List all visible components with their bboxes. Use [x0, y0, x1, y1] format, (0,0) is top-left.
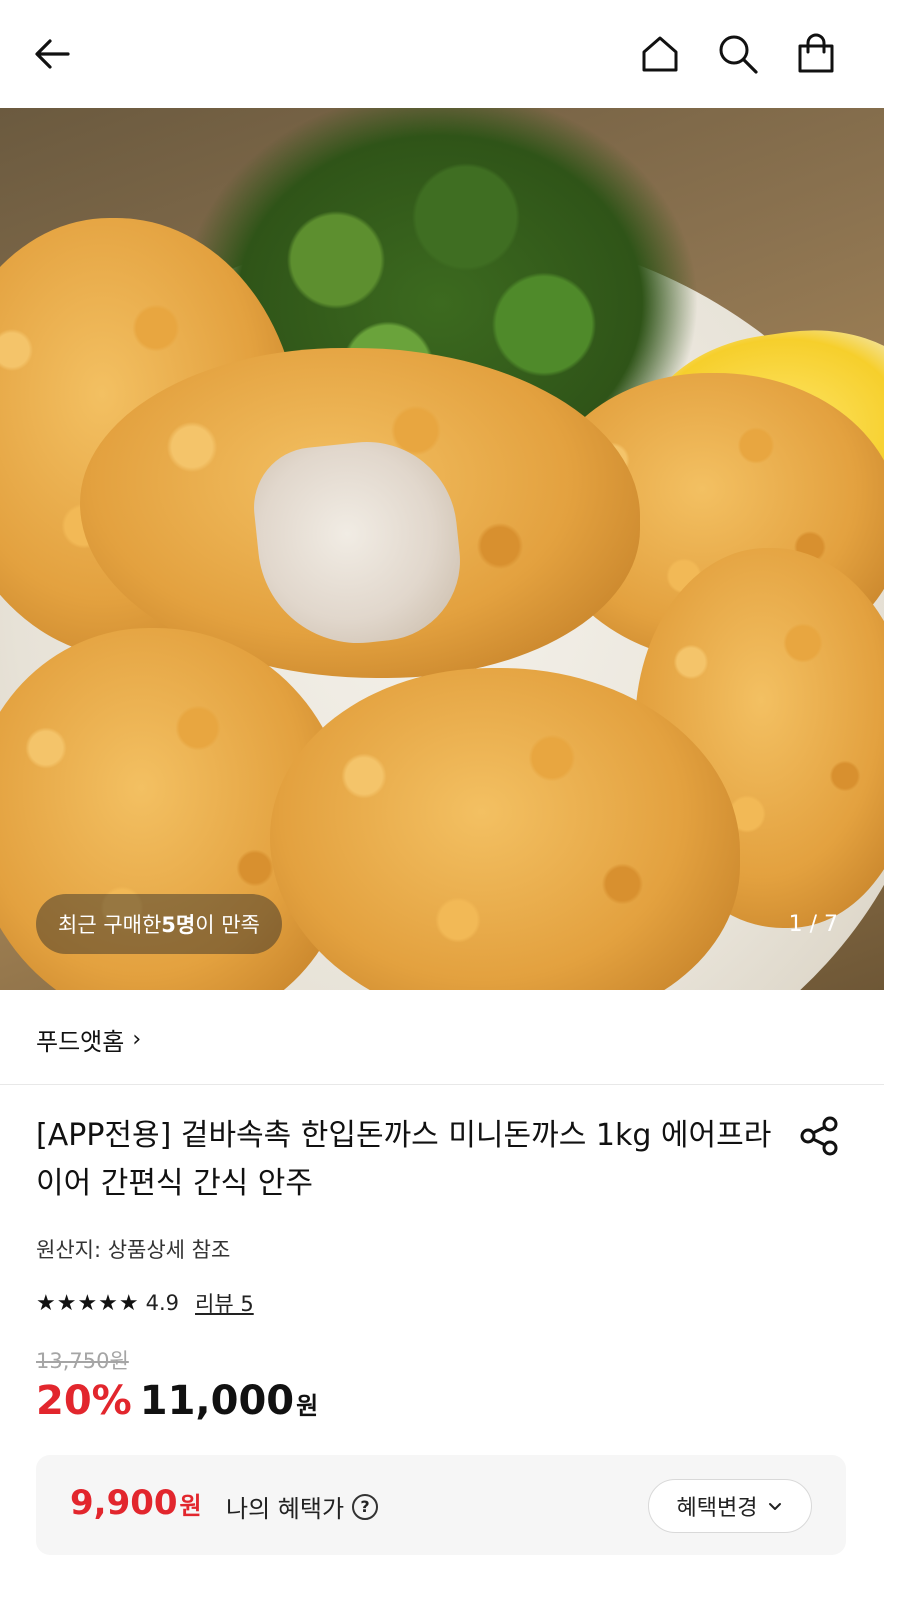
arrow-left-icon [35, 39, 70, 69]
top-bar [0, 0, 900, 108]
original-price: 13,750원 [36, 1349, 129, 1373]
rating-row: ★★★★★ 4.9 리뷰 5 [36, 1288, 254, 1318]
search-button[interactable] [708, 24, 768, 84]
divider [0, 1084, 884, 1085]
change-benefit-label: 혜택변경 [676, 1496, 758, 1521]
satisfaction-badge: 최근 구매한 5명 이 만족 [36, 894, 282, 954]
chevron-down-icon [769, 1503, 782, 1510]
benefit-price-currency: 원 [179, 1492, 202, 1520]
back-button[interactable] [22, 24, 82, 84]
benefit-price-box: 9,900 원 나의 혜택가 ? 혜택변경 [36, 1455, 846, 1555]
benefit-label-text: 나의 혜택가 [226, 1495, 345, 1523]
origin-info: 원산지: 상품상세 참조 [36, 1238, 231, 1262]
rating-value: 4.9 [145, 1291, 180, 1315]
help-icon[interactable]: ? [352, 1493, 379, 1520]
image-counter: 1 / 7 [788, 912, 838, 937]
sale-price-row: 20% 11,000 원 [36, 1378, 318, 1424]
product-image-carousel[interactable]: 최근 구매한 5명 이 만족 1 / 7 [0, 108, 884, 990]
cart-button[interactable] [786, 24, 846, 84]
discount-rate: 20% [36, 1378, 132, 1424]
review-link[interactable]: 리뷰 5 [195, 1288, 254, 1318]
benefit-price: 9,900 원 [70, 1483, 202, 1523]
benefit-label: 나의 혜택가 ? [226, 1489, 379, 1524]
change-benefit-button[interactable]: 혜택변경 [648, 1479, 812, 1533]
benefit-price-value: 9,900 [70, 1483, 178, 1523]
share-icon [800, 1116, 838, 1156]
search-icon [719, 35, 758, 74]
satisfaction-suffix: 이 만족 [195, 913, 260, 937]
shopping-bag-icon [798, 33, 834, 73]
product-title: [APP전용] 겉바속촉 한입돈까스 미니돈까스 1kg 에어프라이어 간편식 … [36, 1118, 772, 1201]
sale-currency: 원 [296, 1392, 319, 1420]
page-edge [884, 0, 900, 1600]
satisfaction-prefix: 최근 구매한 [58, 913, 162, 937]
chevron-right-icon: › [132, 1027, 142, 1052]
share-button[interactable] [796, 1112, 846, 1162]
home-button[interactable] [630, 24, 690, 84]
seller-link[interactable]: 푸드앳홈 › [36, 1022, 141, 1057]
satisfaction-count: 5명 [161, 913, 196, 937]
sale-price: 11,000 [139, 1378, 295, 1424]
star-rating-icon: ★★★★★ [36, 1290, 140, 1316]
home-icon [642, 36, 678, 72]
seller-name: 푸드앳홈 [36, 1028, 125, 1056]
